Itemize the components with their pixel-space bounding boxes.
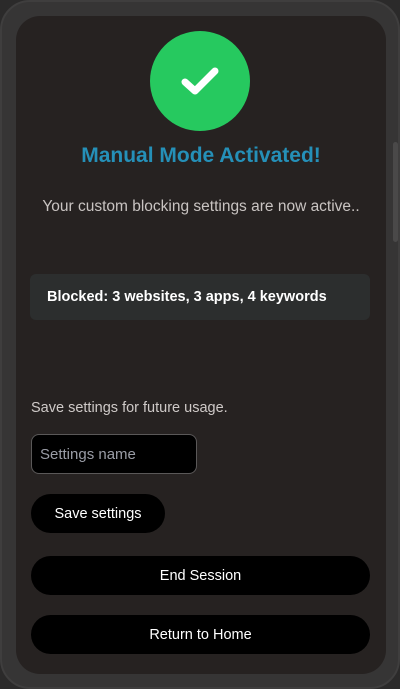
scrollbar[interactable]	[393, 142, 398, 242]
session-card: Manual Mode Activated! Your custom block…	[16, 16, 386, 674]
blocked-summary-text: 3 websites, 3 apps, 4 keywords	[112, 289, 327, 305]
blocked-summary-label: Blocked:	[47, 289, 109, 305]
device-frame: Manual Mode Activated! Your custom block…	[0, 0, 400, 689]
page-title: Manual Mode Activated!	[81, 144, 321, 167]
success-badge	[150, 31, 250, 131]
save-settings-label: Save settings for future usage.	[31, 400, 228, 416]
return-home-button[interactable]: Return to Home	[31, 615, 370, 654]
save-settings-button[interactable]: Save settings	[31, 494, 165, 533]
status-subtitle: Your custom blocking settings are now ac…	[42, 198, 360, 215]
check-icon	[181, 67, 219, 95]
end-session-button[interactable]: End Session	[31, 556, 370, 595]
blocked-summary: Blocked: 3 websites, 3 apps, 4 keywords	[30, 274, 370, 320]
settings-name-input[interactable]	[31, 434, 197, 474]
